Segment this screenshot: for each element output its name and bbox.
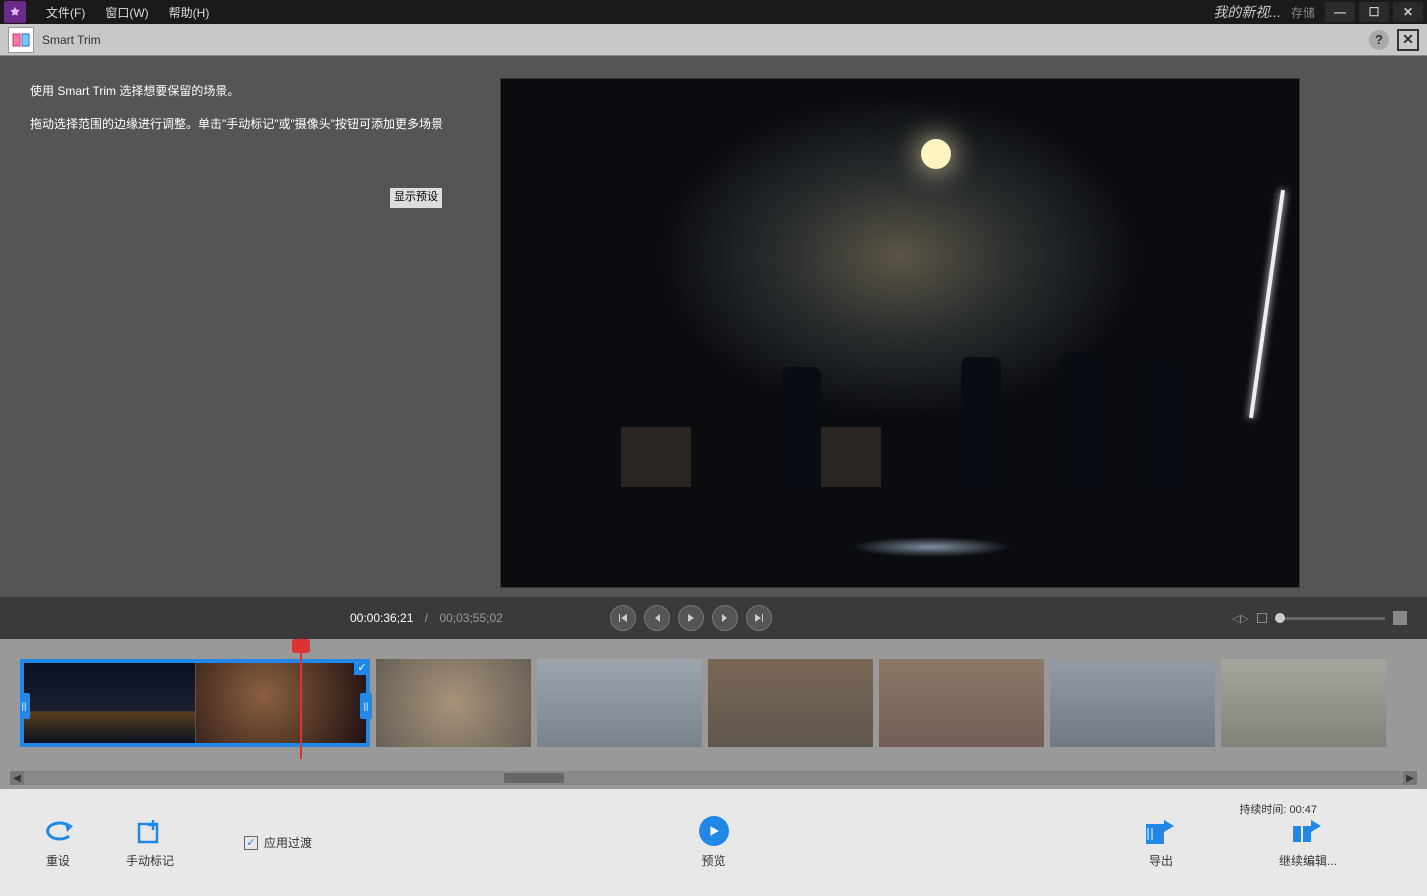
export-label: 导出 <box>1149 852 1173 869</box>
timeline-scrollbar[interactable]: ◀ ▶ <box>10 771 1417 785</box>
trim-handle-right[interactable]: || <box>360 693 372 719</box>
menu-window[interactable]: 窗口(W) <box>97 2 156 23</box>
safe-margin-icon[interactable] <box>1257 613 1267 623</box>
trim-handle-left[interactable]: || <box>20 693 30 719</box>
goto-start-button[interactable] <box>610 605 636 631</box>
clip-7[interactable] <box>1221 659 1386 747</box>
zoom-slider[interactable] <box>1275 617 1385 620</box>
playback-controls: 00:00:36;21 / 00;03;55;02 ◁▷ <box>0 597 1427 639</box>
close-panel-button[interactable]: ✕ <box>1397 29 1419 51</box>
apply-transition-label: 应用过渡 <box>264 834 312 851</box>
total-time: 00;03;55;02 <box>439 611 502 625</box>
export-button[interactable]: 导出 <box>1143 816 1179 869</box>
help-icon[interactable]: ? <box>1369 30 1389 50</box>
preview-label: 预览 <box>701 852 725 869</box>
save-label[interactable]: 存储 <box>1291 4 1315 21</box>
main-workspace: 使用 Smart Trim 选择想要保留的场景。 拖动选择范围的边缘进行调整。单… <box>0 56 1427 597</box>
show-preset-button[interactable]: 显示预设 <box>390 188 442 208</box>
playhead[interactable] <box>300 639 302 759</box>
scroll-right-button[interactable]: ▶ <box>1403 771 1417 785</box>
instructions-panel: 使用 Smart Trim 选择想要保留的场景。 拖动选择范围的边缘进行调整。单… <box>0 56 500 597</box>
step-back-button[interactable] <box>644 605 670 631</box>
clip-4[interactable] <box>708 659 873 747</box>
panel-title: Smart Trim <box>42 33 101 47</box>
title-bar: 文件(F) 窗口(W) 帮助(H) 我的新视... 存储 — ☐ ✕ <box>0 0 1427 24</box>
reset-label: 重设 <box>46 852 70 869</box>
goto-end-button[interactable] <box>746 605 772 631</box>
reset-button[interactable]: 重设 <box>40 816 76 869</box>
play-button[interactable] <box>678 605 704 631</box>
view-mode-icon[interactable]: ◁▷ <box>1232 612 1249 625</box>
clip-6[interactable] <box>1050 659 1215 747</box>
menu-help[interactable]: 帮助(H) <box>161 2 218 23</box>
fit-screen-icon[interactable] <box>1393 611 1407 625</box>
minimize-button[interactable]: — <box>1325 2 1355 22</box>
continue-edit-label: 继续编辑... <box>1279 852 1337 869</box>
scrollbar-thumb[interactable] <box>504 773 564 783</box>
clip-check-icon[interactable]: ✓ <box>354 659 370 675</box>
timecode: 00:00:36;21 / 00;03;55;02 <box>350 611 503 625</box>
step-forward-button[interactable] <box>712 605 738 631</box>
clip-3[interactable] <box>537 659 702 747</box>
smart-trim-icon <box>8 27 34 53</box>
menu-file[interactable]: 文件(F) <box>38 2 93 23</box>
continue-edit-button[interactable]: 继续编辑... <box>1279 816 1337 869</box>
clip-selected[interactable]: || || ✓ <box>20 659 370 747</box>
panel-header: Smart Trim ? ✕ <box>0 24 1427 56</box>
project-name: 我的新视... <box>1213 2 1281 22</box>
duration-text: 持续时间: 00:47 <box>1239 801 1317 817</box>
footer-bar: 重设 手动标记 ✓ 应用过渡 预览 持续时间: 00:47 导出 继续编辑... <box>0 789 1427 896</box>
help-text-1: 使用 Smart Trim 选择想要保留的场景。 <box>30 82 470 101</box>
manual-mark-button[interactable]: 手动标记 <box>126 816 174 869</box>
clip-5[interactable] <box>879 659 1044 747</box>
maximize-button[interactable]: ☐ <box>1359 2 1389 22</box>
current-time[interactable]: 00:00:36;21 <box>350 611 413 625</box>
timeline: || || ✓ ◀ ▶ <box>0 639 1427 789</box>
help-text-2: 拖动选择范围的边缘进行调整。单击"手动标记"或"摄像头"按钮可添加更多场景 <box>30 115 470 134</box>
apply-transition-checkbox[interactable]: ✓ 应用过渡 <box>244 834 312 851</box>
app-icon <box>4 1 26 23</box>
video-preview[interactable] <box>500 78 1300 588</box>
preview-button[interactable]: 预览 <box>699 816 729 869</box>
clip-2[interactable] <box>376 659 531 747</box>
scroll-left-button[interactable]: ◀ <box>10 771 24 785</box>
manual-mark-label: 手动标记 <box>126 852 174 869</box>
close-button[interactable]: ✕ <box>1393 2 1423 22</box>
